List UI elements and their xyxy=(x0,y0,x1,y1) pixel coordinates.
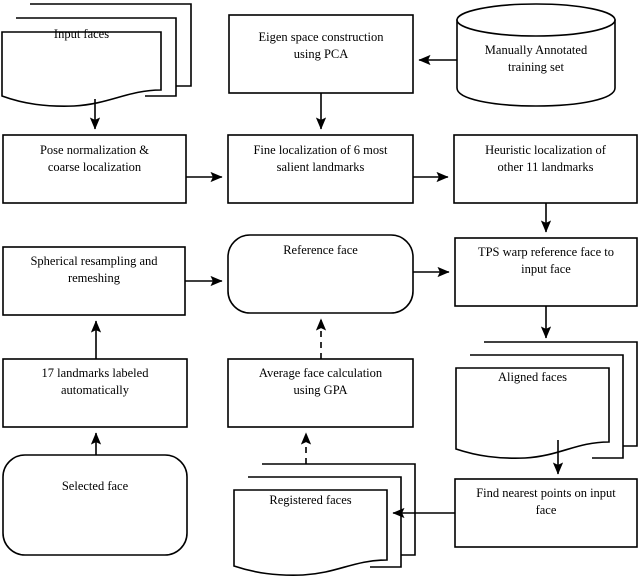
node-selected-face xyxy=(2,454,188,556)
node-tps-warp xyxy=(454,237,638,307)
node-fine-localization xyxy=(227,134,414,204)
node-training-set xyxy=(456,3,616,107)
flowchart-canvas: Input faces Eigen space construction usi… xyxy=(0,0,640,579)
node-registered-faces xyxy=(233,463,416,576)
node-input-faces xyxy=(1,3,192,107)
node-landmarks-labeled xyxy=(2,358,188,428)
node-spherical-resampling xyxy=(2,246,186,316)
node-eigen-space xyxy=(228,14,414,94)
flowchart-graphics xyxy=(1,3,638,576)
node-find-nearest xyxy=(454,478,638,548)
node-reference-face xyxy=(227,234,414,314)
node-aligned-faces xyxy=(455,341,638,459)
node-average-face xyxy=(227,358,414,428)
node-heuristic-localization xyxy=(453,134,638,204)
node-pose-normalization xyxy=(2,134,187,204)
